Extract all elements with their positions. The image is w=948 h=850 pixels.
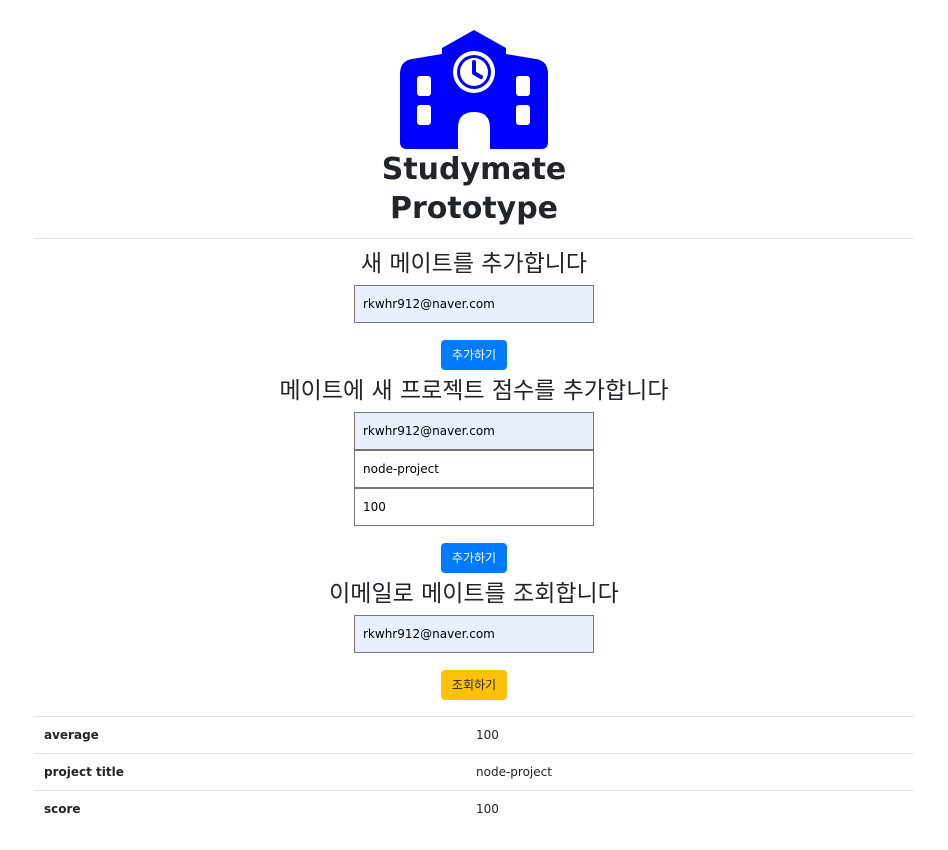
add-mate-section: 새 메이트를 추가합니다 추가하기 bbox=[34, 249, 914, 370]
add-score-heading: 메이트에 새 프로젝트 점수를 추가합니다 bbox=[279, 378, 669, 404]
result-key: project title bbox=[34, 753, 466, 791]
table-row: score 100 bbox=[34, 790, 914, 827]
add-mate-heading: 새 메이트를 추가합니다 bbox=[360, 251, 588, 277]
lookup-button[interactable]: 조회하기 bbox=[440, 670, 508, 700]
lookup-section: 이메일로 메이트를 조회합니다 조회하기 bbox=[34, 579, 914, 700]
app-title-line2: Prototype bbox=[389, 191, 559, 226]
result-key: score bbox=[34, 790, 466, 827]
divider bbox=[34, 238, 914, 239]
table-row: average 100 bbox=[34, 716, 914, 754]
result-value: 100 bbox=[466, 716, 914, 754]
result-key: average bbox=[34, 716, 466, 754]
app-title: Studymate Prototype bbox=[34, 150, 914, 228]
add-score-section: 메이트에 새 프로젝트 점수를 추가합니다 추가하기 bbox=[34, 376, 914, 573]
add-score-project-input[interactable] bbox=[354, 450, 594, 488]
app-title-line1: Studymate bbox=[381, 152, 567, 187]
logo bbox=[34, 28, 914, 150]
result-value: 100 bbox=[466, 790, 914, 827]
add-mate-button[interactable]: 추가하기 bbox=[440, 340, 508, 370]
page-container: Studymate Prototype 새 메이트를 추가합니다 추가하기 메이… bbox=[34, 0, 914, 827]
result-table: average 100 project title node-project s… bbox=[34, 716, 914, 827]
lookup-email-input[interactable] bbox=[354, 615, 594, 653]
school-building-clock-icon bbox=[400, 30, 548, 149]
table-row: project title node-project bbox=[34, 753, 914, 791]
add-score-button[interactable]: 추가하기 bbox=[440, 543, 508, 573]
add-mate-email-input[interactable] bbox=[354, 285, 594, 323]
result-value: node-project bbox=[466, 753, 914, 791]
add-score-score-input[interactable] bbox=[354, 488, 594, 526]
add-score-email-input[interactable] bbox=[354, 412, 594, 450]
lookup-heading: 이메일로 메이트를 조회합니다 bbox=[329, 581, 619, 607]
